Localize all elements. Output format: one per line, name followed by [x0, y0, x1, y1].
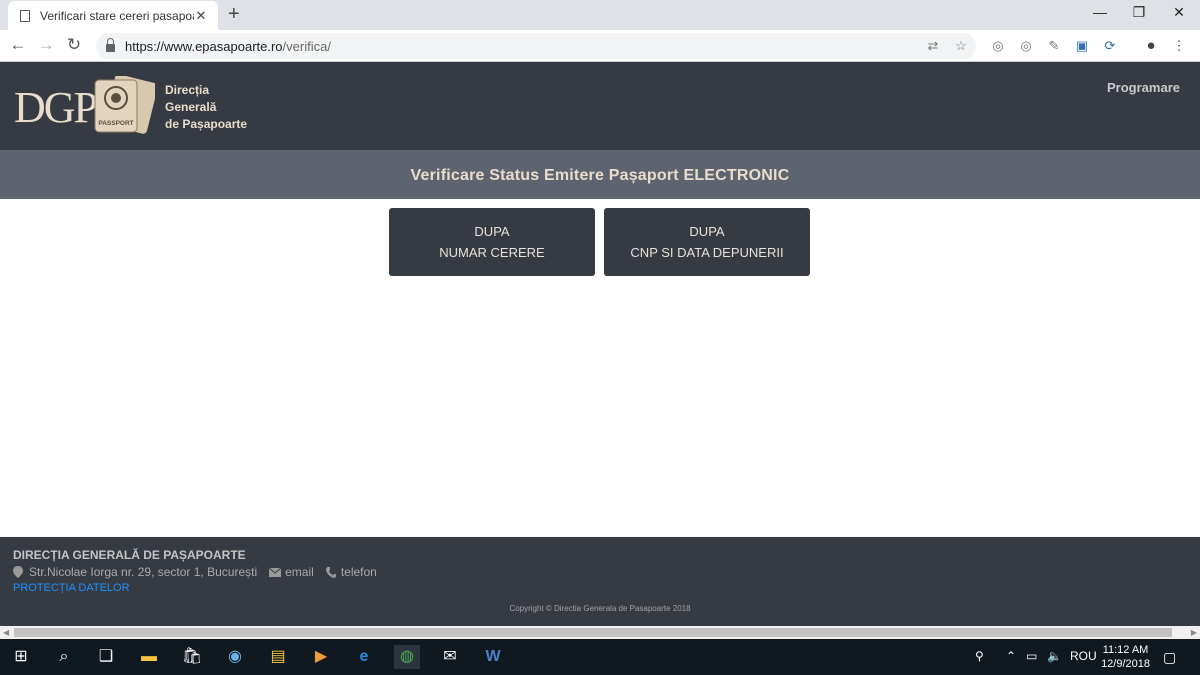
translate-icon[interactable]: ⇄ [925, 38, 941, 54]
volume-icon[interactable]: 🔈 [1047, 649, 1062, 663]
show-hidden-icons-chevron-up-icon[interactable]: ⌃ [1006, 649, 1016, 663]
sync-icon[interactable]: ⟳ [1102, 38, 1118, 54]
browser-toolbar: ← → ↻ https://www.epasapoarte.ro/verific… [0, 30, 1200, 62]
page-title: Verificare Status Emitere Pașaport ELECT… [410, 167, 790, 184]
extension-icon[interactable]: ✎ [1046, 38, 1062, 54]
restore-button[interactable]: ❐ [1124, 4, 1154, 21]
chrome-browser-icon[interactable]: ◍ [394, 645, 420, 669]
profile-icon[interactable]: ● [1143, 38, 1159, 54]
url-text: https://www.epasapoarte.ro/verifica/ [125, 38, 331, 54]
media-player-icon[interactable]: ▶ [308, 645, 334, 669]
lock-icon [106, 38, 115, 52]
extension-icon[interactable]: ◎ [990, 38, 1006, 54]
mail-icon[interactable]: ✉ [437, 645, 463, 669]
copyright: Copyright © Directia Generala de Pasapoa… [509, 604, 691, 613]
check-by-cnp-and-date-button[interactable]: DUPA CNP SI DATA DEPUNERII [604, 208, 810, 276]
edge-browser-icon[interactable]: e [351, 645, 377, 669]
envelope-icon [269, 567, 282, 577]
new-tab-button[interactable]: + [228, 4, 240, 24]
search-icon[interactable]: ⌕ [51, 645, 77, 669]
clock[interactable]: 11:12 AM 12/9/2018 [1101, 643, 1150, 671]
app-icon[interactable]: ◉ [222, 645, 248, 669]
footer-contact: Str.Nicolae Iorga nr. 29, sector 1, Bucu… [13, 565, 377, 579]
word-icon[interactable]: W [480, 645, 506, 669]
reload-icon[interactable]: ↻ [64, 35, 84, 55]
browser-tab-strip: Verificari stare cereri pasapoarte ✕ + —… [0, 0, 1200, 30]
passport-logo-icon: PASSPORT [94, 76, 155, 134]
close-window-button[interactable]: ✕ [1164, 4, 1194, 21]
notifications-icon[interactable]: ▢ [1163, 649, 1176, 666]
start-windows-icon[interactable]: ⊞ [8, 645, 34, 669]
file-explorer-icon[interactable]: ▬ [136, 645, 162, 669]
scroll-left-icon[interactable]: ◀ [3, 626, 9, 639]
store-icon[interactable]: 🛍 [179, 645, 205, 669]
scroll-right-icon[interactable]: ▶ [1191, 626, 1197, 639]
tab-title: Verificari stare cereri pasapoarte [40, 8, 194, 23]
badge-text: PASSPORT [98, 120, 133, 127]
logo[interactable]: DGP [14, 82, 98, 133]
bookmark-star-icon[interactable]: ☆ [953, 38, 969, 54]
footer-email-link[interactable]: email [285, 565, 314, 579]
task-view-icon[interactable]: ❑ [93, 645, 119, 669]
extension-icon[interactable]: ▣ [1074, 38, 1090, 54]
windows-taskbar: ⊞ ⌕ ❑ ▬ 🛍 ◉ ▤ ▶ e ◍ ✉ W ⚲ ⌃ ▭ 🔈 ROU 11:1… [0, 639, 1200, 675]
forward-arrow-icon[interactable]: → [36, 35, 56, 55]
horizontal-scrollbar[interactable]: ◀ ▶ [0, 626, 1200, 639]
nav-programare[interactable]: Programare [1107, 80, 1180, 95]
browser-tab[interactable]: Verificari stare cereri pasapoarte ✕ [8, 1, 218, 30]
check-by-request-number-button[interactable]: DUPA NUMAR CERERE [389, 208, 595, 276]
phone-icon [325, 566, 336, 578]
network-icon[interactable]: ▭ [1026, 649, 1037, 663]
address-bar[interactable]: https://www.epasapoarte.ro/verifica/ [96, 33, 976, 59]
page-title-bar: Verificare Status Emitere Pașaport ELECT… [0, 150, 1200, 199]
back-arrow-icon[interactable]: ← [8, 35, 28, 55]
footer-address: Str.Nicolae Iorga nr. 29, sector 1, Bucu… [29, 565, 258, 579]
scrollbar-thumb[interactable] [14, 628, 1172, 637]
menu-icon[interactable]: ⋮ [1171, 38, 1187, 54]
site-footer: DIRECȚIA GENERALĂ DE PAȘAPOARTE Str.Nico… [0, 537, 1200, 626]
folder-icon[interactable]: ▤ [265, 645, 291, 669]
language-indicator[interactable]: ROU [1070, 649, 1097, 663]
logo-caption: Direcția Generală de Pașapoarte [165, 83, 248, 131]
page-icon [20, 9, 30, 22]
privacy-link[interactable]: PROTECȚIA DATELOR [13, 582, 130, 594]
site-header: DGP PASSPORT Direcția Generală de Pașapo… [0, 62, 1200, 150]
extension-icon[interactable]: ◎ [1018, 38, 1034, 54]
footer-org-name: DIRECȚIA GENERALĂ DE PAȘAPOARTE [13, 548, 246, 562]
close-tab-icon[interactable]: ✕ [194, 8, 208, 24]
footer-phone-link[interactable]: telefon [341, 565, 377, 579]
minimize-button[interactable]: — [1085, 4, 1115, 20]
map-pin-icon [13, 566, 23, 578]
people-icon[interactable]: ⚲ [975, 649, 984, 663]
